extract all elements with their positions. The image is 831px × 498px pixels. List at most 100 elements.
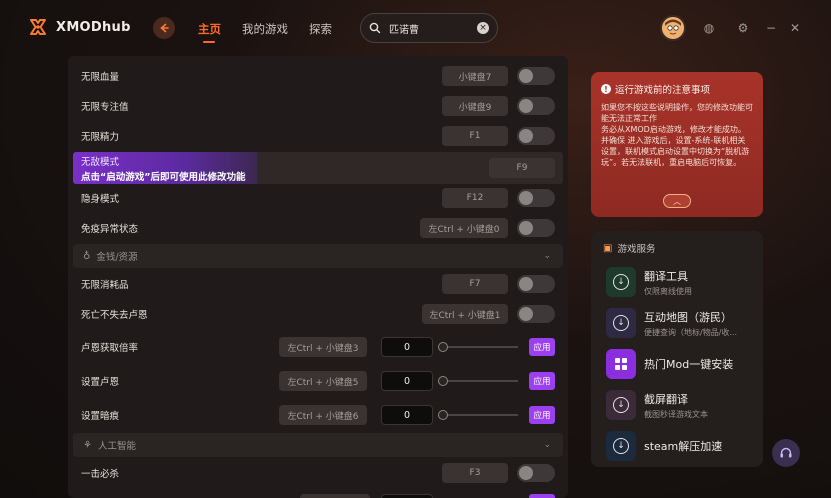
value-input[interactable]: 0 (381, 371, 433, 391)
nav-my-games[interactable]: 我的游戏 (242, 21, 288, 37)
cheat-row: 无限血量 小键盘7 (68, 61, 568, 91)
cheat-row: 一击必杀 F3 (68, 458, 568, 488)
chevron-down-icon: ⌄ (543, 251, 551, 261)
collapse-notice-button[interactable]: ︿ (663, 194, 691, 208)
service-name: 翻译工具 (644, 269, 688, 283)
gift-box-icon: ▣ (603, 242, 613, 254)
cheat-toggle[interactable] (517, 464, 555, 482)
service-item-translate[interactable]: ↓ 翻译工具 仅限离线使用 (606, 267, 692, 297)
cheat-toggle[interactable] (517, 97, 555, 115)
cheat-label: 隐身模式 (81, 194, 120, 205)
cheat-toggle[interactable] (517, 127, 555, 145)
hotkey-button[interactable]: 小键盘7 (442, 66, 508, 86)
translate-tool-icon: ↓ (606, 267, 636, 297)
map-tool-icon: ↓ (606, 308, 636, 338)
hotkey-button[interactable]: 小键盘9 (442, 96, 508, 116)
value-slider[interactable] (438, 371, 518, 391)
cheat-label: 无限消耗品 (81, 280, 129, 291)
cheat-toggle[interactable] (517, 219, 555, 237)
cheat-toggle[interactable] (517, 189, 555, 207)
notice-card: ! 运行游戏前的注意事项 如果您不按这些说明操作，您的修改功能可能无法正常工作 … (591, 72, 763, 217)
nav-explore[interactable]: 探索 (309, 21, 332, 37)
settings-gear-icon[interactable]: ⚙ (736, 21, 750, 35)
service-name: 热门Mod一键安装 (644, 358, 734, 371)
avatar[interactable] (660, 15, 686, 41)
cheat-label: 无限精力 (81, 132, 120, 143)
back-button[interactable] (153, 17, 175, 39)
cheat-toggle[interactable] (517, 67, 555, 85)
notice-body: 如果您不按这些说明操作，您的修改功能可能无法正常工作 务必从XMOD启动游戏，修… (601, 103, 753, 167)
apply-button[interactable]: 应用 (529, 406, 555, 424)
cheat-label: 卢恩获取倍率 (81, 343, 139, 354)
search-box[interactable]: 匹诺曹 × (360, 13, 498, 43)
cheat-label: 无敌模式 (81, 157, 120, 168)
brain-icon: ⚘ (83, 439, 92, 451)
cheat-label: 设置暗痕 (81, 411, 120, 422)
close-icon[interactable]: ✕ (788, 21, 802, 35)
cheat-toggle[interactable] (517, 275, 555, 293)
clear-search-icon[interactable]: × (477, 22, 489, 34)
service-desc: 便捷查询（地标/物品/收... (644, 327, 738, 337)
service-name: steam解压加速 (644, 440, 723, 453)
value-slider[interactable] (438, 405, 518, 425)
apply-button[interactable]: 应用 (529, 372, 555, 390)
hotkey-button[interactable]: 左Ctrl + 小键盘3 (279, 337, 367, 357)
partial-hotkey-button[interactable] (300, 494, 370, 498)
service-item-steam-accelerate[interactable]: ↓ steam解压加速 (606, 431, 722, 461)
cheat-label: 无限血量 (81, 72, 120, 83)
avatar-image-icon (662, 17, 684, 39)
section-header-money[interactable]: ♁ 金钱/资源 ⌄ (73, 244, 563, 268)
nav-active-indicator (203, 41, 215, 43)
value-slider[interactable] (438, 337, 518, 357)
value-input[interactable]: 0 (381, 337, 433, 357)
section-header-ai[interactable]: ⚘ 人工智能 ⌄ (73, 433, 563, 457)
hotkey-button[interactable]: F3 (442, 463, 508, 483)
hotkey-button[interactable]: 左Ctrl + 小键盘6 (279, 405, 367, 425)
apply-button[interactable]: 应用 (529, 338, 555, 356)
search-input[interactable]: 匹诺曹 (389, 21, 477, 36)
xmod-logo-icon (30, 19, 46, 35)
cheat-label: 免疫异常状态 (81, 224, 139, 235)
hotkey-button[interactable]: F12 (442, 188, 508, 208)
value-row: 设置暗痕 左Ctrl + 小键盘6 0 应用 (68, 400, 568, 430)
cheat-toggle[interactable] (517, 305, 555, 323)
screenshot-translate-icon: ↓ (606, 390, 636, 420)
minimize-icon[interactable]: − (764, 21, 778, 35)
value-row: 卢恩获取倍率 左Ctrl + 小键盘3 0 应用 (68, 332, 568, 362)
partial-apply-button[interactable] (529, 494, 555, 498)
value-input[interactable]: 0 (381, 405, 433, 425)
hotkey-button[interactable]: 左Ctrl + 小键盘1 (422, 304, 508, 324)
cheat-row: 隐身模式 F12 (68, 183, 568, 213)
steam-accelerate-icon: ↓ (606, 431, 636, 461)
cheat-panel: 无限血量 小键盘7 无限专注值 小键盘9 无限精力 F1 无敌模式 点击“启动游… (68, 56, 568, 498)
nav-home[interactable]: 主页 (198, 21, 221, 37)
hotkey-button[interactable]: F9 (489, 158, 555, 178)
service-name: 互动地图（游民） (644, 310, 732, 324)
cheat-row: 无限精力 F1 (68, 121, 568, 151)
service-item-mod-install[interactable]: 热门Mod一键安装 (606, 349, 733, 379)
service-desc: 截图秒译游戏文本 (644, 409, 708, 419)
partial-value-input[interactable] (381, 494, 433, 498)
app-logo[interactable]: XMODhub (28, 17, 131, 37)
app-name: XMODhub (56, 19, 131, 35)
back-arrow-icon (160, 23, 169, 33)
cheat-label: 无限专注值 (81, 102, 129, 113)
hotkey-button[interactable]: F7 (442, 274, 508, 294)
hotkey-button[interactable]: 左Ctrl + 小键盘0 (420, 218, 508, 238)
cheat-row: 无限专注值 小键盘9 (68, 91, 568, 121)
service-item-screenshot-translate[interactable]: ↓ 截屏翻译 截图秒译游戏文本 (606, 390, 708, 420)
support-headset-button[interactable] (772, 439, 800, 467)
service-name: 截屏翻译 (644, 392, 688, 406)
money-bag-icon: ♁ (83, 250, 91, 262)
hotkey-button[interactable]: F1 (442, 126, 508, 146)
notification-icon[interactable]: ◍ (702, 21, 716, 35)
cheat-label: 死亡不失去卢恩 (81, 310, 148, 321)
cheat-label: 一击必杀 (81, 469, 120, 480)
service-item-map[interactable]: ↓ 互动地图（游民） 便捷查询（地标/物品/收... (606, 308, 737, 338)
launch-warning: 点击“启动游戏”后即可使用此修改功能 (81, 172, 246, 183)
hotkey-button[interactable]: 左Ctrl + 小键盘5 (279, 371, 367, 391)
top-bar: XMODhub 主页 我的游戏 探索 匹诺曹 × ◍ ⚙ − ✕ (0, 0, 831, 56)
value-row: 设置卢恩 左Ctrl + 小键盘5 0 应用 (68, 366, 568, 396)
locked-cheat-banner: 无敌模式 点击“启动游戏”后即可使用此修改功能 (73, 152, 257, 184)
chevron-down-icon: ⌄ (543, 440, 551, 450)
